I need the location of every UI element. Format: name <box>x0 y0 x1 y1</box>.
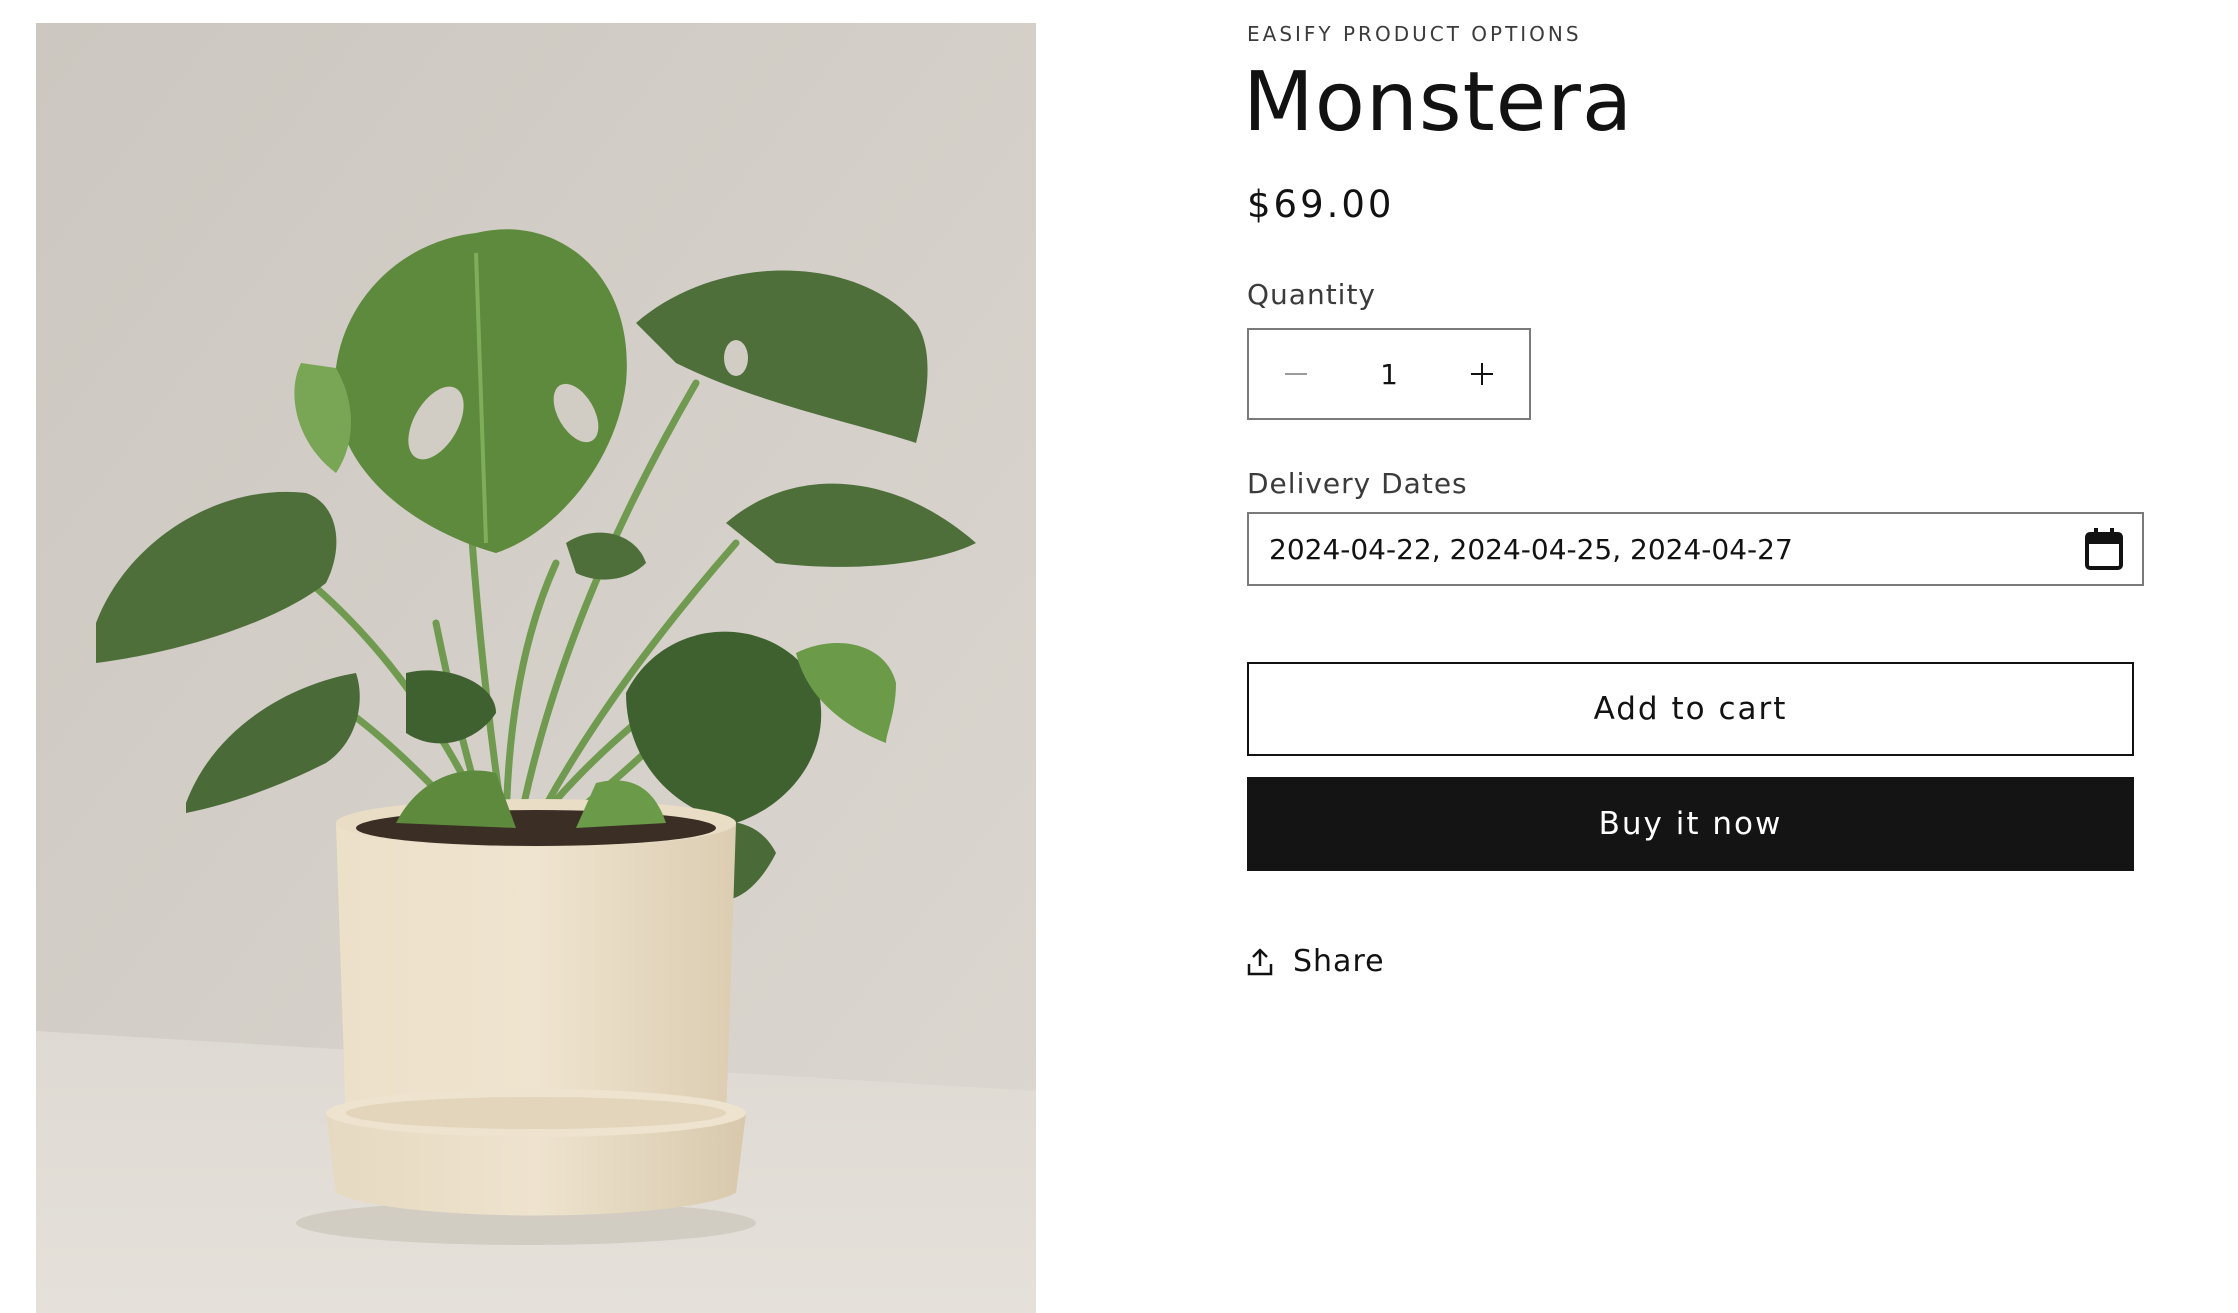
plus-icon <box>1471 363 1493 385</box>
delivery-dates-value[interactable]: 2024-04-22, 2024-04-25, 2024-04-27 <box>1249 533 2084 566</box>
share-label: Share <box>1293 944 1385 979</box>
quantity-decrease-button[interactable] <box>1249 330 1343 418</box>
quantity-input[interactable]: 1 <box>1343 358 1435 391</box>
share-icon <box>1247 947 1273 977</box>
quantity-increase-button[interactable] <box>1435 330 1529 418</box>
quantity-stepper: 1 <box>1247 328 1531 420</box>
product-price: $69.00 <box>1247 183 1395 226</box>
minus-icon <box>1285 373 1307 375</box>
calendar-icon[interactable] <box>2084 527 2124 571</box>
buy-now-button[interactable]: Buy it now <box>1247 777 2134 871</box>
product-vendor: EASIFY PRODUCT OPTIONS <box>1247 22 1582 46</box>
product-image[interactable] <box>36 23 1036 1313</box>
share-button[interactable]: Share <box>1247 944 1385 979</box>
add-to-cart-button[interactable]: Add to cart <box>1247 662 2134 756</box>
product-title: Monstera <box>1243 55 1634 150</box>
delivery-dates-label: Delivery Dates <box>1247 467 1468 500</box>
delivery-dates-field[interactable]: 2024-04-22, 2024-04-25, 2024-04-27 <box>1247 512 2144 586</box>
quantity-label: Quantity <box>1247 278 1376 311</box>
